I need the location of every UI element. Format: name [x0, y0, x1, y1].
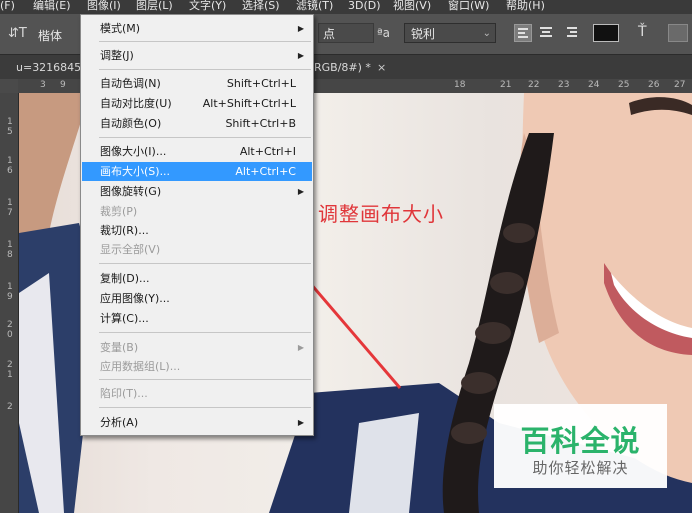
menu-separator	[99, 332, 311, 333]
submenu-arrow-icon: ▶	[297, 418, 304, 427]
menu-item-label: 图像大小(I)...	[100, 145, 167, 158]
menu-item-label: 调整(J)	[100, 49, 134, 62]
menu-item-label: 自动颜色(O)	[100, 117, 162, 130]
watermark-title: 百科全说	[520, 424, 641, 458]
menu-item-label: 模式(M)	[100, 22, 141, 35]
menu-item-shortcut: Alt+Shift+Ctrl+L	[202, 97, 296, 110]
watermark-box: 百科全说 助你轻松解决	[494, 404, 667, 488]
menu-item-label: 自动色调(N)	[100, 77, 161, 90]
menu-item-label: 自动对比度(U)	[100, 97, 172, 110]
menu-separator	[99, 379, 311, 380]
menu-item-label: 裁剪(P)	[100, 205, 138, 218]
menu-item-shortcut: Shift+Ctrl+L	[226, 77, 296, 90]
menu-item-label: 计算(C)...	[100, 312, 149, 325]
menu-item-auto-contrast[interactable]: 自动对比度(U) Alt+Shift+Ctrl+L	[82, 94, 312, 113]
menu-item-adjustments[interactable]: 调整(J) ▶	[82, 46, 312, 65]
menu-item-label: 裁切(R)...	[100, 224, 149, 237]
menu-item-apply-image[interactable]: 应用图像(Y)...	[82, 289, 312, 308]
menu-item-label: 显示全部(V)	[100, 243, 161, 256]
menu-item-trap: 陷印(T)...	[82, 384, 312, 403]
menu-separator	[99, 137, 311, 138]
menu-item-image-size[interactable]: 图像大小(I)... Alt+Ctrl+I	[82, 142, 312, 161]
submenu-arrow-icon: ▶	[297, 24, 304, 33]
menu-item-reveal-all: 显示全部(V)	[82, 240, 312, 259]
menu-separator	[99, 263, 311, 264]
menu-item-shortcut: Shift+Ctrl+B	[225, 117, 296, 130]
menu-item-label: 复制(D)...	[100, 272, 150, 285]
menu-item-label: 图像旋转(G)	[100, 185, 162, 198]
menu-item-shortcut: Alt+Ctrl+I	[239, 145, 296, 158]
menu-item-label: 画布大小(S)...	[100, 165, 171, 178]
menu-item-auto-tone[interactable]: 自动色调(N) Shift+Ctrl+L	[82, 74, 312, 93]
menu-item-mode[interactable]: 模式(M) ▶	[82, 19, 312, 38]
menu-separator	[99, 69, 311, 70]
menu-separator	[99, 407, 311, 408]
menu-item-trim[interactable]: 裁切(R)...	[82, 221, 312, 240]
menu-item-canvas-size[interactable]: 画布大小(S)... Alt+Ctrl+C	[82, 162, 312, 181]
submenu-arrow-icon: ▶	[297, 343, 304, 352]
menu-item-auto-color[interactable]: 自动颜色(O) Shift+Ctrl+B	[82, 114, 312, 133]
menu-item-label: 应用数据组(L)...	[100, 360, 181, 373]
menu-item-analysis[interactable]: 分析(A) ▶	[82, 413, 312, 432]
menu-item-crop: 裁剪(P)	[82, 202, 312, 221]
menu-item-calculations[interactable]: 计算(C)...	[82, 309, 312, 328]
menu-item-apply-data-set: 应用数据组(L)...	[82, 357, 312, 376]
submenu-arrow-icon: ▶	[297, 51, 304, 60]
menu-item-label: 分析(A)	[100, 416, 139, 429]
menu-item-image-rotation[interactable]: 图像旋转(G) ▶	[82, 182, 312, 201]
menu-item-label: 陷印(T)...	[100, 387, 148, 400]
watermark-subtitle: 助你轻松解决	[532, 459, 629, 477]
menu-separator	[99, 41, 311, 42]
menu-item-label: 应用图像(Y)...	[100, 292, 170, 305]
menu-item-variables: 变量(B) ▶	[82, 338, 312, 357]
menu-item-label: 变量(B)	[100, 341, 139, 354]
menu-item-shortcut: Alt+Ctrl+C	[235, 165, 296, 178]
menu-item-duplicate[interactable]: 复制(D)...	[82, 269, 312, 288]
submenu-arrow-icon: ▶	[297, 187, 304, 196]
image-dropdown-menu: 模式(M) ▶ 调整(J) ▶ 自动色调(N) Shift+Ctrl+L 自动对…	[80, 14, 314, 436]
